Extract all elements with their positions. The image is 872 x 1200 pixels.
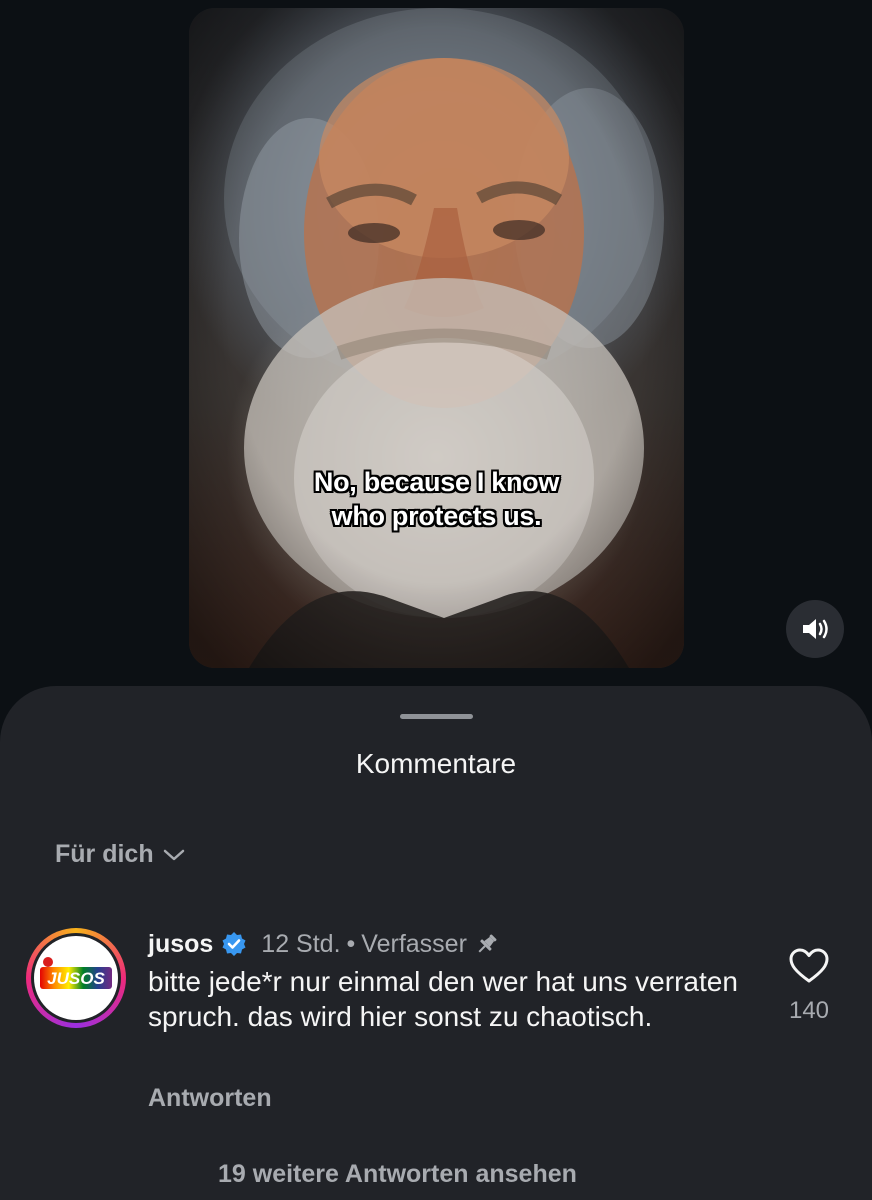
comment-time: 12 Std. <box>261 929 341 958</box>
caption-line-2: who protects us. <box>331 501 542 531</box>
meta-separator: • <box>346 929 356 958</box>
avatar-text: JUSOS <box>47 969 105 988</box>
like-count: 140 <box>788 997 830 1024</box>
caption-line-1: No, because I know <box>313 467 560 497</box>
video-player[interactable]: No, because I know who protects us. <box>189 8 684 668</box>
sort-dropdown[interactable]: Für dich <box>55 840 186 869</box>
pin-icon <box>478 934 497 953</box>
heart-icon[interactable] <box>789 948 829 984</box>
comment-header: jusos 12 Std. • Verfasser <box>148 924 499 964</box>
comment-text: bitte jede*r nur einmal den wer hat uns … <box>148 966 738 1032</box>
jusos-logo: JUSOS <box>34 936 118 1020</box>
like-area: 140 <box>778 948 840 1025</box>
volume-button[interactable] <box>786 600 844 658</box>
sheet-title: Kommentare <box>355 748 517 779</box>
avatar[interactable]: JUSOS <box>26 928 126 1028</box>
verified-badge-icon <box>222 932 246 956</box>
portrait-illustration <box>189 8 684 668</box>
jusos-logo-image: JUSOS <box>40 957 112 989</box>
username[interactable]: jusos <box>148 930 213 959</box>
sheet-drag-handle[interactable] <box>400 714 473 719</box>
sort-label: Für dich <box>55 840 154 868</box>
comments-sheet: Kommentare Für dich JUSOS jusos 12 Std. … <box>0 686 872 1200</box>
video-caption: No, because I know who protects us. <box>189 465 684 533</box>
author-tag: Verfasser <box>361 929 467 958</box>
chevron-down-icon <box>163 849 184 860</box>
screen: No, because I know who protects us. Komm… <box>0 0 872 1200</box>
speaker-on-icon <box>803 619 828 639</box>
view-more-replies-button[interactable]: 19 weitere Antworten ansehen <box>218 1160 577 1189</box>
reply-button[interactable]: Antworten <box>148 1084 272 1113</box>
